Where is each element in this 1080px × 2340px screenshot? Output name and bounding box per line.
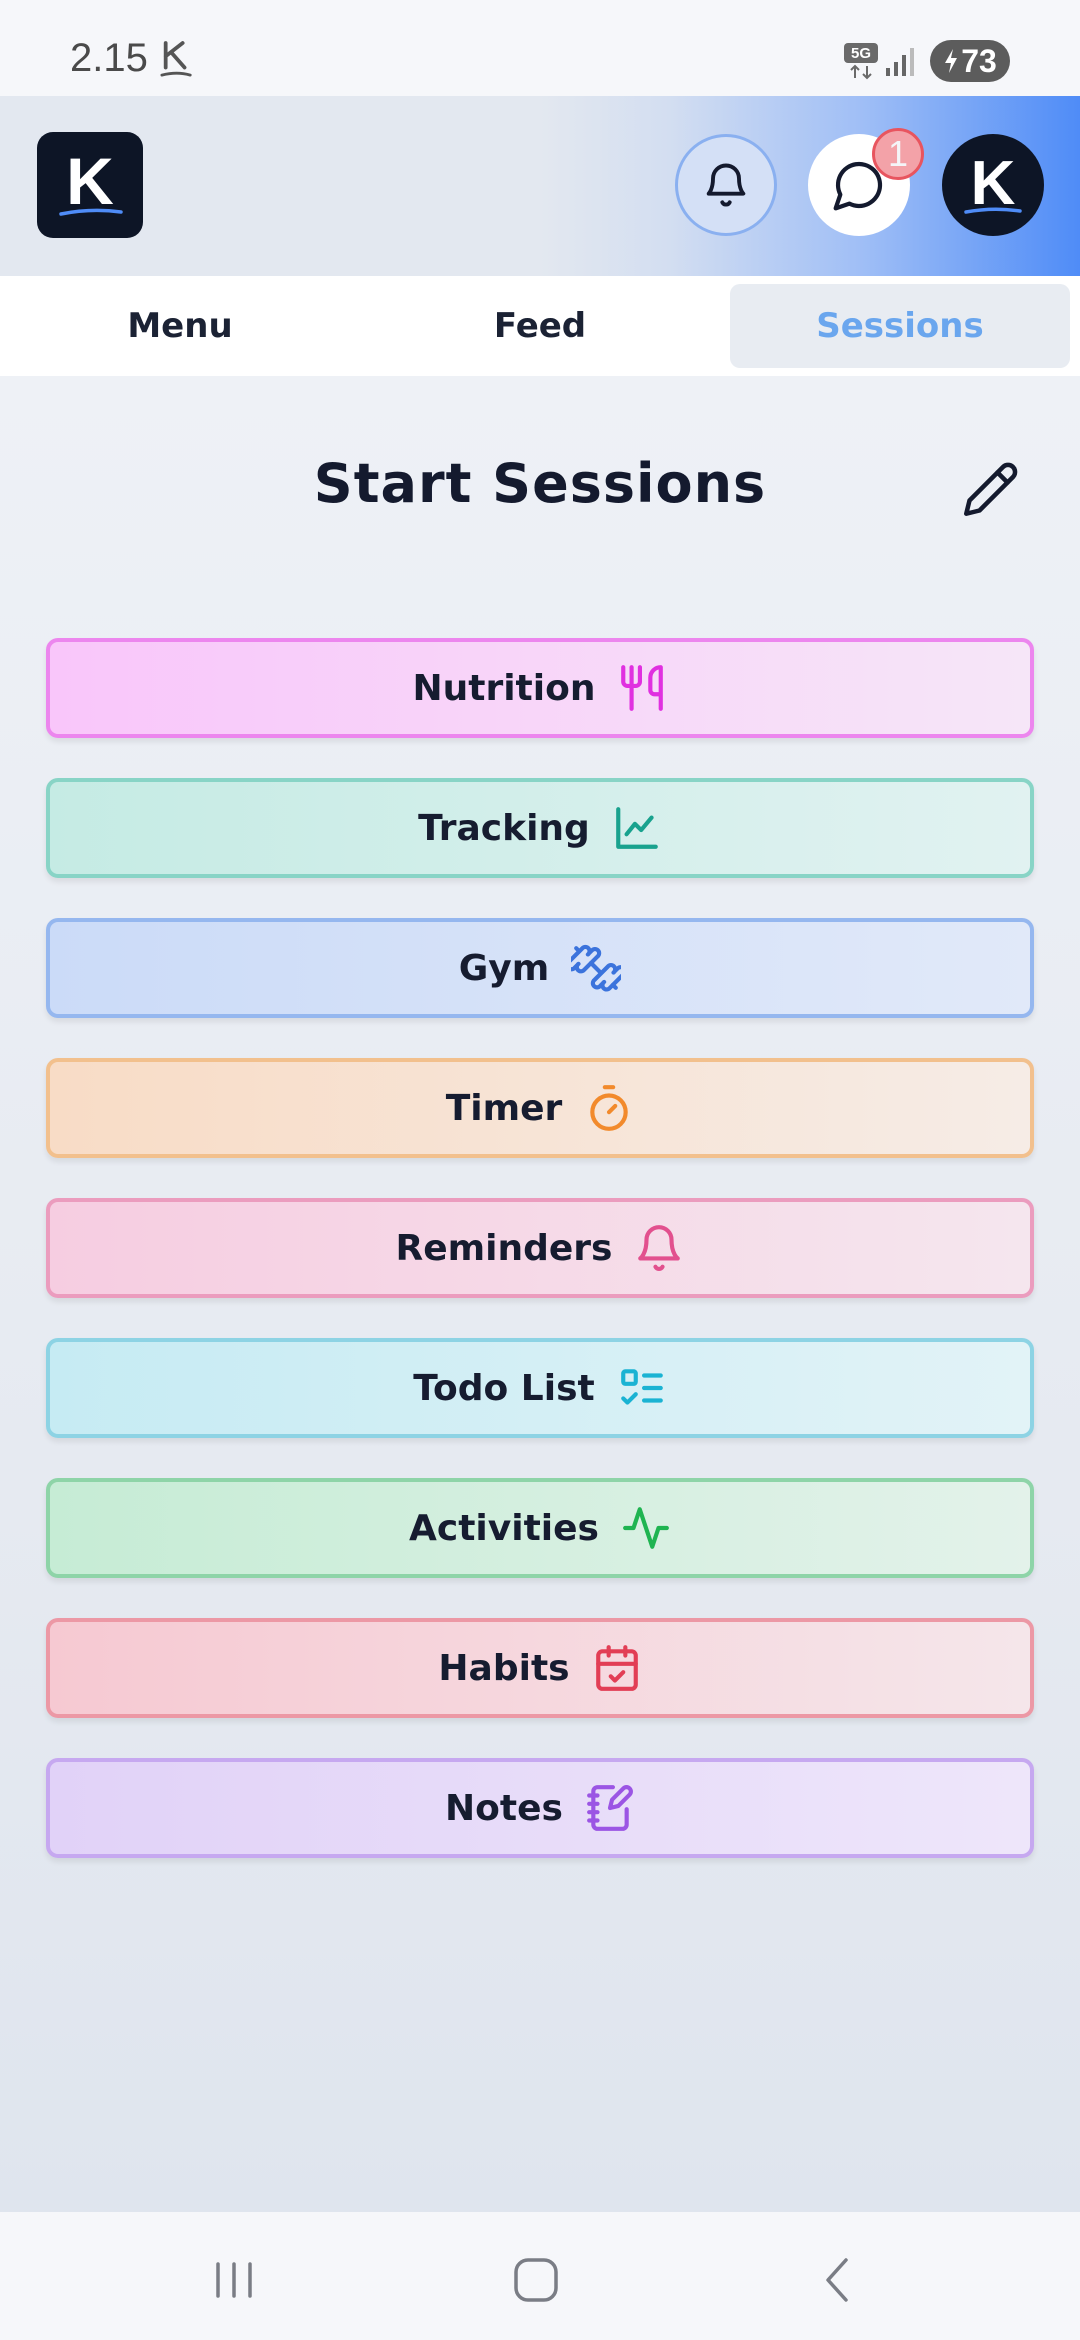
svg-text:5G: 5G (851, 45, 871, 62)
session-todo-list-button[interactable]: Todo List (46, 1338, 1034, 1438)
tab-menu[interactable]: Menu (10, 284, 350, 368)
session-habits-button[interactable]: Habits (46, 1618, 1034, 1718)
app-header: K K (0, 96, 1080, 276)
session-label: Tracking (418, 807, 590, 849)
avatar: K (964, 149, 1022, 218)
line-chart-icon (615, 807, 658, 849)
home-icon[interactable] (506, 2250, 566, 2310)
pencil-icon (964, 462, 1018, 516)
checklist-icon (620, 1369, 663, 1405)
system-nav-bar (0, 2212, 1080, 2340)
page-title: Start Sessions (313, 452, 767, 515)
session-gym-button[interactable]: Gym (46, 918, 1034, 1018)
stopwatch-icon (590, 1085, 629, 1131)
notebook-pen-icon (587, 1785, 633, 1831)
logo-k-icon: K (59, 144, 123, 218)
bell-icon (706, 163, 746, 207)
fork-knife-icon (621, 665, 664, 711)
messages-unread-badge: 1 (872, 128, 924, 180)
session-label: Habits (438, 1647, 570, 1689)
recents-icon[interactable] (204, 2250, 264, 2310)
svg-text:K: K (66, 144, 114, 218)
sessions-page: Start Sessions Nutrition Tracking Gym Ti… (0, 376, 1080, 2212)
charging-icon (945, 49, 958, 73)
bell-icon (638, 1225, 681, 1271)
tab-feed[interactable]: Feed (370, 284, 710, 368)
status-bar: 2.15 5G 73 (0, 0, 1080, 96)
battery-indicator: 73 (930, 40, 1010, 82)
session-label: Nutrition (412, 667, 596, 709)
status-time: 2.15 (70, 36, 148, 80)
session-label: Todo List (413, 1367, 595, 1409)
battery-level: 73 (961, 42, 997, 79)
app-notification-icon (160, 41, 192, 77)
signal-icon (886, 48, 914, 76)
session-label: Timer (445, 1087, 563, 1129)
session-reminders-button[interactable]: Reminders (46, 1198, 1034, 1298)
network-5g-icon: 5G (844, 43, 878, 80)
session-timer-button[interactable]: Timer (46, 1058, 1034, 1158)
session-label: Gym (458, 947, 550, 989)
session-activities-button[interactable]: Activities (46, 1478, 1034, 1578)
edit-sessions-button[interactable] (960, 460, 1020, 520)
activity-pulse-icon (623, 1507, 669, 1549)
session-nutrition-button[interactable]: Nutrition (46, 638, 1034, 738)
app-logo[interactable]: K (37, 132, 143, 238)
back-icon[interactable] (808, 2250, 868, 2310)
notifications-button[interactable] (675, 134, 777, 236)
tab-sessions[interactable]: Sessions (730, 284, 1070, 368)
profile-avatar-button[interactable]: K (942, 134, 1044, 236)
session-label: Reminders (395, 1227, 613, 1269)
session-label: Activities (409, 1507, 599, 1549)
calendar-check-icon (595, 1645, 638, 1691)
session-tracking-button[interactable]: Tracking (46, 778, 1034, 878)
session-notes-button[interactable]: Notes (46, 1758, 1034, 1858)
top-tabs: Menu Feed Sessions (0, 276, 1080, 376)
dumbbell-icon (571, 944, 622, 992)
session-label: Notes (445, 1787, 563, 1829)
